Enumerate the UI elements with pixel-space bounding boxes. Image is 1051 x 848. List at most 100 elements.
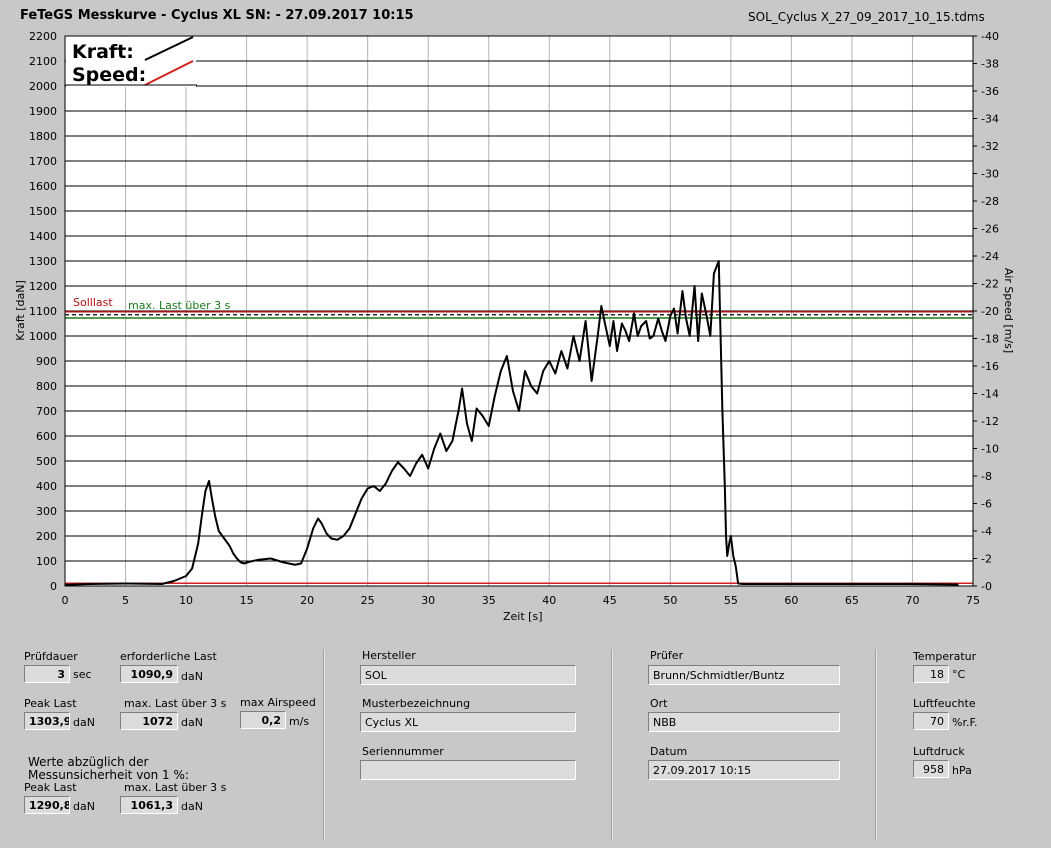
luftfeuchte-field[interactable]: 70 <box>913 712 949 730</box>
y-tick-label: 500 <box>36 455 57 468</box>
y2-tick-label: -38 <box>981 58 999 71</box>
datum-field[interactable]: 27.09.2017 10:15 <box>648 760 840 780</box>
y-tick-label: 600 <box>36 430 57 443</box>
y2-tick-label: -12 <box>981 415 999 428</box>
luftfeuchte-unit: %r.F. <box>952 716 978 729</box>
x-tick-label: 60 <box>784 594 798 607</box>
legend-speed-label: Speed: <box>72 64 147 86</box>
ort-field[interactable]: NBB <box>648 712 840 732</box>
y2-tick-label: -16 <box>981 360 999 373</box>
max-airspeed-field[interactable]: 0,2 <box>240 711 286 729</box>
y2-tick-label: -24 <box>981 250 999 263</box>
note-line2: Messunsicherheit von 1 %: <box>28 768 189 782</box>
y2-tick-label: -34 <box>981 113 999 126</box>
y-tick-label: 800 <box>36 380 57 393</box>
max-last-unit: daN <box>181 716 203 729</box>
y2-tick-label: -8 <box>981 470 992 483</box>
note-line1: Werte abzüglich der <box>28 755 149 769</box>
y2-tick-label: -10 <box>981 443 999 456</box>
muster-field[interactable]: Cyclus XL <box>360 712 576 732</box>
y2-tick-label: -14 <box>981 388 999 401</box>
peak-last2-label: Peak Last <box>24 781 77 794</box>
max-airspeed-unit: m/s <box>289 715 310 728</box>
max-last2-label: max. Last über 3 s <box>124 781 227 794</box>
x-tick-label: 40 <box>542 594 556 607</box>
y2-tick-label: -36 <box>981 85 999 98</box>
y-tick-label: 1100 <box>29 305 57 318</box>
x-tick-label: 5 <box>122 594 129 607</box>
y2-tick-label: -20 <box>981 305 999 318</box>
x-tick-label: 50 <box>663 594 677 607</box>
peak-last-field[interactable]: 1303,9 <box>24 712 70 730</box>
solllast-label: Solllast <box>73 296 113 309</box>
luftdruck-field[interactable]: 958 <box>913 760 949 778</box>
temperatur-unit: °C <box>952 668 966 681</box>
y-tick-label: 300 <box>36 505 57 518</box>
datum-label: Datum <box>650 745 688 758</box>
peak-last2-unit: daN <box>73 800 95 813</box>
hersteller-field[interactable]: SOL <box>360 665 576 685</box>
y2-tick-label: -26 <box>981 223 999 236</box>
pruefdauer-field[interactable]: 3 <box>24 665 70 683</box>
y2-tick-label: -6 <box>981 498 992 511</box>
y2-tick-label: -40 <box>981 30 999 43</box>
luftdruck-label: Luftdruck <box>913 745 965 758</box>
x-tick-label: 30 <box>421 594 435 607</box>
x-tick-label: 0 <box>62 594 69 607</box>
y-tick-label: 900 <box>36 355 57 368</box>
separator <box>611 650 613 840</box>
max-last-label: max. Last über 3 s <box>124 697 227 710</box>
y-tick-label: 1600 <box>29 180 57 193</box>
max-last2-unit: daN <box>181 800 203 813</box>
erf-last-field[interactable]: 1090,9 <box>120 665 178 683</box>
x-tick-label: 20 <box>300 594 314 607</box>
pruefdauer-label: Prüfdauer <box>24 650 78 663</box>
x-tick-label: 45 <box>603 594 617 607</box>
luftdruck-unit: hPa <box>952 764 972 777</box>
max-last-field[interactable]: 1072 <box>120 712 178 730</box>
y-tick-label: 1700 <box>29 155 57 168</box>
y-tick-label: 2100 <box>29 55 57 68</box>
y-tick-label: 1300 <box>29 255 57 268</box>
serie-field[interactable] <box>360 760 576 780</box>
y-tick-label: 1000 <box>29 330 57 343</box>
x-tick-label: 65 <box>845 594 859 607</box>
y-tick-label: 1900 <box>29 105 57 118</box>
separator <box>323 650 325 840</box>
temperatur-field[interactable]: 18 <box>913 665 949 683</box>
pruefer-field[interactable]: Brunn/Schmidtler/Buntz <box>648 665 840 685</box>
x-tick-label: 70 <box>905 594 919 607</box>
y-tick-label: 2200 <box>29 30 57 43</box>
serie-label: Seriennummer <box>362 745 444 758</box>
y2-tick-label: -28 <box>981 195 999 208</box>
pruefdauer-unit: sec <box>73 668 92 681</box>
x-tick-label: 10 <box>179 594 193 607</box>
luftfeuchte-label: Luftfeuchte <box>913 697 976 710</box>
pruefer-label: Prüfer <box>650 649 684 662</box>
force-chart: 0 5 10 15 20 25 30 35 40 45 50 55 60 65 70 75 0 100 200 300… <box>29 30 999 607</box>
y2-tick-label: -4 <box>981 525 992 538</box>
max-last2-field[interactable]: 1061,3 <box>120 796 178 814</box>
y2-tick-label: -22 <box>981 278 999 291</box>
separator <box>875 650 877 840</box>
temperatur-label: Temperatur <box>913 650 977 663</box>
x-axis-label: Zeit [s] <box>503 610 543 623</box>
y-tick-label: 100 <box>36 555 57 568</box>
y-tick-label: 1500 <box>29 205 57 218</box>
y-tick-label: 400 <box>36 480 57 493</box>
y2-axis-label: Air Speed [m/s] <box>1002 267 1016 354</box>
y-tick-label: 1200 <box>29 280 57 293</box>
peak-last2-field[interactable]: 1290,8 <box>24 796 70 814</box>
y2-tick-label: -2 <box>981 553 992 566</box>
y-tick-label: 0 <box>50 580 57 593</box>
ort-label: Ort <box>650 697 668 710</box>
y-tick-label: 700 <box>36 405 57 418</box>
erf-last-unit: daN <box>181 670 203 683</box>
y-tick-label: 2000 <box>29 80 57 93</box>
y-tick-label: 200 <box>36 530 57 543</box>
x-tick-label: 15 <box>240 594 254 607</box>
max-last-line-label: max. Last über 3 s <box>128 299 231 312</box>
x-tick-label: 35 <box>482 594 496 607</box>
y-axis-label: Kraft [daN] <box>13 280 27 341</box>
peak-last-label: Peak Last <box>24 697 77 710</box>
